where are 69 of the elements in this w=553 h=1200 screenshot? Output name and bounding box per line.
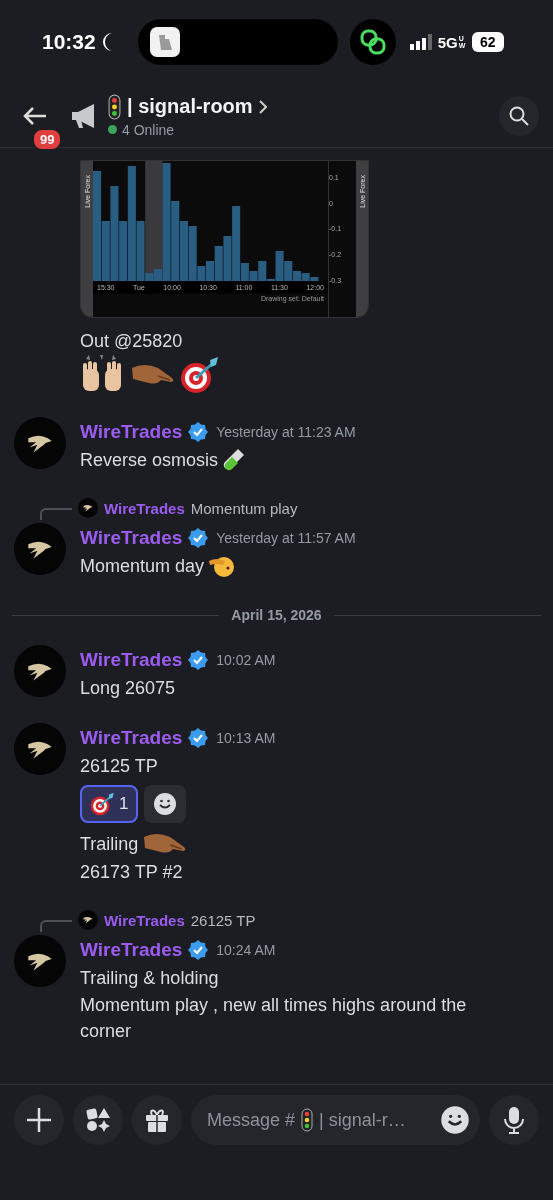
target-icon <box>90 792 115 816</box>
signal-icon <box>409 34 432 50</box>
placeholder-text: Message # <box>207 1109 296 1131</box>
message-text: Long 26075 <box>80 676 176 700</box>
reply-preview[interactable]: Momentum play <box>190 499 298 517</box>
message-text: 26173 TP #2 <box>80 860 183 884</box>
timestamp: 10:13 AM <box>216 730 276 746</box>
placeholder-text: | signal-r… <box>319 1109 406 1131</box>
message-text: Momentum play , new all times highs around the corner <box>80 994 468 1043</box>
network-type: 5G <box>437 33 458 51</box>
reply-connector <box>40 508 72 520</box>
message-text: Momentum day <box>80 554 205 578</box>
chart-bar <box>179 221 188 281</box>
microphone-icon <box>503 1106 525 1134</box>
search-button[interactable] <box>499 95 539 136</box>
back-arrow-icon <box>22 105 48 126</box>
test-tube-icon <box>222 446 247 473</box>
add-button[interactable] <box>14 1095 64 1145</box>
search-icon <box>509 105 529 126</box>
traffic-light-icon <box>108 93 121 120</box>
message-text: Reverse osmosis <box>80 448 219 472</box>
shapes-icon <box>85 1107 111 1133</box>
timestamp: 10:02 AM <box>216 652 276 668</box>
author-name[interactable]: WireTrades <box>80 939 183 961</box>
plus-icon <box>26 1107 52 1133</box>
link-icon <box>358 28 387 56</box>
message-text: Out @25820 <box>80 329 183 353</box>
avatar[interactable] <box>14 935 66 987</box>
online-dot <box>108 125 117 134</box>
message-text: Trailing & holding <box>80 966 219 990</box>
message-field[interactable]: Message # | signal-r… <box>191 1095 480 1145</box>
reply-preview[interactable]: 26125 TP <box>190 911 256 929</box>
apps-button[interactable] <box>73 1095 123 1145</box>
author-name[interactable]: WireTrades <box>80 421 183 443</box>
author-name[interactable]: WireTrades <box>80 649 183 671</box>
traffic-light-icon <box>301 1108 314 1132</box>
emoji-button-icon[interactable] <box>440 1105 470 1135</box>
target-icon <box>180 356 220 394</box>
avatar[interactable] <box>14 723 66 775</box>
gift-icon <box>144 1107 170 1133</box>
status-time: 10:32 <box>42 30 96 54</box>
avatar[interactable] <box>14 645 66 697</box>
add-reaction-button[interactable] <box>144 785 187 823</box>
timestamp: Yesterday at 11:57 AM <box>216 530 356 546</box>
timestamp: 10:24 AM <box>216 942 276 958</box>
gift-button[interactable] <box>132 1095 182 1145</box>
microphone-button[interactable] <box>489 1095 539 1145</box>
reply-avatar[interactable] <box>78 910 98 930</box>
reply-author[interactable]: WireTrades <box>104 499 185 517</box>
chevron-icon <box>258 99 267 114</box>
online-count: 4 Online <box>122 121 175 138</box>
date-divider: April 15, 2026 <box>231 607 322 623</box>
reply-avatar[interactable] <box>78 498 98 518</box>
smiley-icon <box>153 792 178 816</box>
author-name[interactable]: WireTrades <box>80 527 183 549</box>
channel-name[interactable]: | signal-room <box>127 95 253 118</box>
reply-author[interactable]: WireTrades <box>104 911 185 929</box>
message-text: 26125 TP <box>80 754 158 778</box>
app-icon[interactable] <box>149 27 180 57</box>
avatar[interactable] <box>14 417 66 469</box>
author-name[interactable]: WireTrades <box>80 727 183 749</box>
reaction-button[interactable]: 1 <box>80 785 139 823</box>
unread-badge: 99 <box>32 127 63 151</box>
avatar[interactable] <box>14 523 66 575</box>
reply-connector <box>40 920 72 932</box>
message-text: Trailing <box>80 832 139 856</box>
link-indicator[interactable] <box>349 19 396 65</box>
timestamp: Yesterday at 11:23 AM <box>216 424 356 440</box>
battery-level: 62 <box>471 32 504 52</box>
